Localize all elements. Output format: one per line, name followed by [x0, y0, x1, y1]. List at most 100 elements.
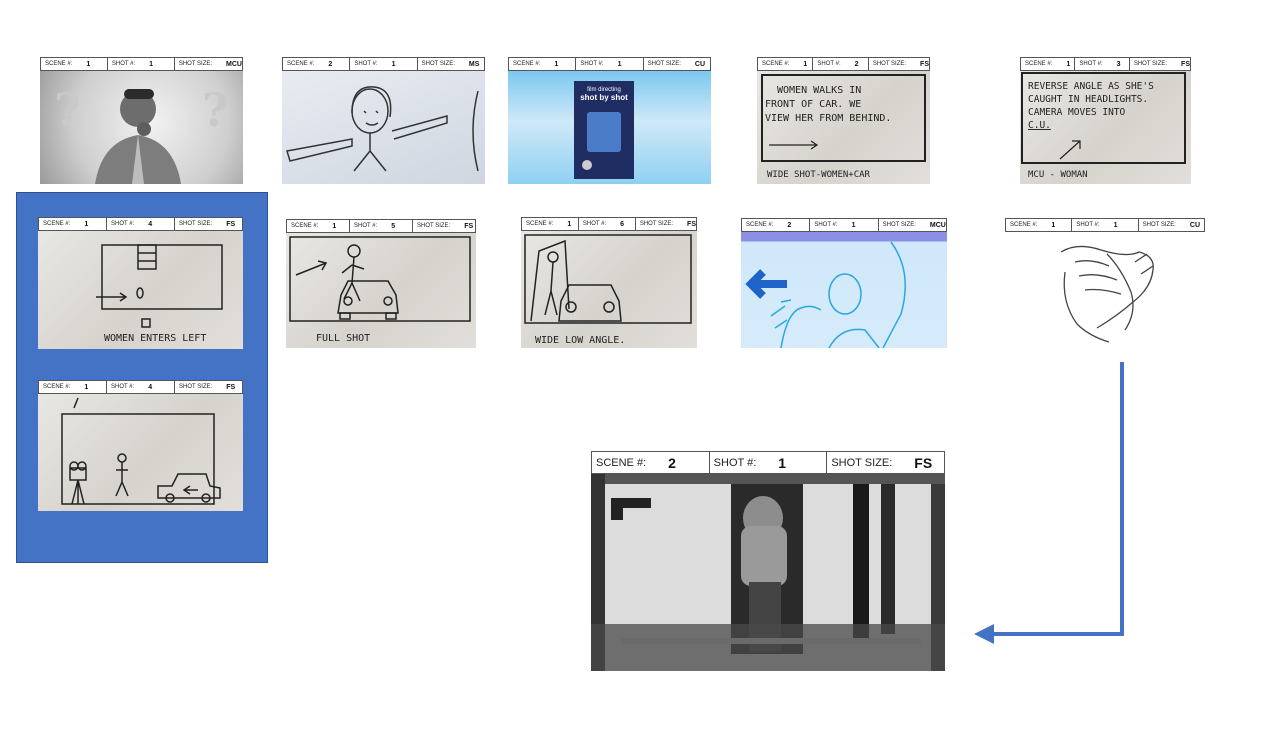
- shot-size-label: SHOT SIZE:: [179, 384, 213, 390]
- scene-number-cell: SCENE #: 1: [39, 381, 107, 393]
- scene-number-label: SCENE #:: [45, 61, 73, 67]
- shot-header: SCENE #: 2 SHOT #: 1 SHOT SIZE: MS: [282, 57, 485, 71]
- shot-number-value: 1: [1113, 221, 1118, 229]
- shot-number-value: 1: [149, 60, 154, 68]
- scene-number-label: SCENE #:: [526, 221, 554, 227]
- shot-size-label: SHOT SIZE:: [872, 61, 907, 67]
- shot-size-cell: SHOT SIZE: MCU: [879, 219, 946, 231]
- shot-size-value: CU: [694, 60, 706, 68]
- scene-number-label: SCENE #:: [43, 384, 71, 390]
- shot-size-cell: SHOT SIZE: CU: [1139, 219, 1204, 231]
- shot-size-value: MCU: [226, 60, 242, 68]
- scene-number-cell: SCENE #: 1: [39, 218, 107, 230]
- scene-number-label: SCENE #:: [291, 223, 319, 229]
- scene-number-value: 2: [787, 221, 792, 229]
- shot-size-value: CU: [1189, 221, 1201, 229]
- shot-number-label: SHOT #:: [111, 221, 135, 227]
- scene-number-cell: SCENE #: 1: [1006, 219, 1073, 231]
- scene-number-label: SCENE #:: [287, 61, 315, 67]
- scene-number-cell: SCENE #: 2: [283, 58, 351, 70]
- shot-number-cell: SHOT #: 1: [710, 452, 828, 473]
- shot-number-value: 2: [854, 60, 859, 68]
- shot-header: SCENE #: 1 SHOT #: 4 SHOT SIZE: FS: [38, 217, 243, 231]
- scene-number-value: 1: [84, 383, 89, 391]
- shot-number-label: SHOT #:: [713, 456, 757, 469]
- shot-size-label: SHOT SIZE:: [882, 222, 916, 228]
- scene-number-cell: SCENE #: 2: [742, 219, 811, 231]
- shot-number-value: 1: [778, 454, 787, 471]
- shot-size-label: SHOT SIZE:: [421, 61, 455, 67]
- scene-number-label: SCENE #:: [43, 221, 71, 227]
- scene-number-cell: SCENE #: 2: [592, 452, 710, 473]
- shot-number-label: SHOT #:: [111, 384, 135, 390]
- scene-number-value: 1: [86, 60, 91, 68]
- shot-number-value: 4: [148, 220, 153, 228]
- shot-size-cell: SHOT SIZE: FS: [869, 58, 929, 70]
- shot-header: SCENE #: 1 SHOT #: 4 SHOT SIZE: FS: [38, 380, 243, 394]
- shot-number-cell: SHOT #: 5: [350, 220, 413, 232]
- shot-size-cell: SHOT SIZE: FS: [175, 381, 242, 393]
- shot-number-value: 5: [391, 222, 396, 230]
- shot-number-value: 1: [851, 221, 856, 229]
- shot-size-label: SHOT SIZE:: [831, 456, 893, 469]
- shot-size-value: FS: [464, 222, 474, 230]
- shot-number-value: 1: [617, 60, 622, 68]
- scene-number-value: 2: [668, 454, 676, 471]
- scene-number-value: 1: [1051, 221, 1056, 229]
- scene-number-label: SCENE #:: [1025, 61, 1053, 67]
- shot-size-label: SHOT SIZE:: [1142, 222, 1176, 228]
- shot-number-cell: SHOT #: 1: [350, 58, 418, 70]
- shot-size-label: SHOT SIZE:: [1133, 61, 1168, 67]
- shot-size-label: SHOT SIZE:: [179, 221, 213, 227]
- scene-number-cell: SCENE #: 1: [41, 58, 108, 70]
- shot-number-cell: SHOT #: 1: [576, 58, 644, 70]
- shot-size-value: FS: [1181, 60, 1190, 68]
- shot-number-cell: SHOT #: 1: [1072, 219, 1139, 231]
- shot-size-value: FS: [226, 383, 236, 391]
- shot-size-value: MCU: [929, 221, 946, 229]
- shot-number-cell: SHOT #: 4: [107, 218, 175, 230]
- shot-size-cell: SHOT SIZE: FS: [1130, 58, 1190, 70]
- scene-number-label: SCENE #:: [596, 456, 647, 469]
- shot-header: SCENE #: 2 SHOT #: 1 SHOT SIZE: FS: [591, 451, 945, 474]
- shot-header: SCENE #: 2 SHOT #: 1 SHOT SIZE: MCU: [741, 218, 947, 232]
- scene-number-label: SCENE #:: [746, 222, 774, 228]
- shot-number-cell: SHOT #: 1: [810, 219, 879, 231]
- scene-number-cell: SCENE #: 1: [287, 220, 350, 232]
- scene-number-value: 1: [554, 60, 559, 68]
- shot-size-value: FS: [914, 454, 933, 471]
- shot-number-value: 1: [391, 60, 396, 68]
- shot-size-label: SHOT SIZE:: [178, 61, 213, 67]
- shot-number-value: 4: [148, 383, 153, 391]
- shot-number-label: SHOT #:: [1079, 61, 1103, 67]
- shot-size-value: FS: [687, 220, 696, 228]
- scene-number-value: 1: [803, 60, 808, 68]
- scene-number-value: 1: [332, 222, 337, 230]
- scene-number-label: SCENE #:: [762, 61, 790, 67]
- shot-size-cell: SHOT SIZE: MS: [418, 58, 484, 70]
- shot-header: SCENE #: 1 SHOT #: 1 SHOT SIZE: CU: [508, 57, 711, 71]
- shot-header: SCENE #: 1 SHOT #: 1 SHOT SIZE: MCU: [40, 57, 243, 71]
- scene-number-cell: SCENE #: 1: [509, 58, 577, 70]
- shot-size-label: SHOT SIZE:: [647, 61, 681, 67]
- shot-header: SCENE #: 1 SHOT #: 5 SHOT SIZE: FS: [286, 219, 476, 233]
- shot-size-cell: SHOT SIZE: CU: [644, 58, 710, 70]
- shot-number-label: SHOT #:: [354, 223, 378, 229]
- shot-number-label: SHOT #:: [817, 61, 841, 67]
- shot-size-cell: SHOT SIZE: FS: [413, 220, 475, 232]
- shot-number-value: 6: [620, 220, 625, 228]
- scene-number-cell: SCENE #: 1: [1021, 58, 1076, 70]
- shot-number-label: SHOT #:: [582, 221, 607, 227]
- scene-number-value: 1: [1066, 60, 1071, 68]
- shot-size-cell: SHOT SIZE: FS: [827, 452, 944, 473]
- shot-number-value: 3: [1116, 60, 1121, 68]
- scene-number-label: SCENE #:: [513, 61, 541, 67]
- shot-number-cell: SHOT #: 3: [1075, 58, 1130, 70]
- shot-number-label: SHOT #:: [580, 61, 604, 67]
- shot-size-cell: SHOT SIZE: MCU: [175, 58, 242, 70]
- shot-number-label: SHOT #:: [111, 61, 136, 67]
- shot-size-value: FS: [920, 60, 929, 68]
- shot-size-label: SHOT SIZE:: [417, 223, 451, 229]
- shot-size-cell: SHOT SIZE: FS: [636, 218, 696, 230]
- shot-number-label: SHOT #:: [1076, 222, 1100, 228]
